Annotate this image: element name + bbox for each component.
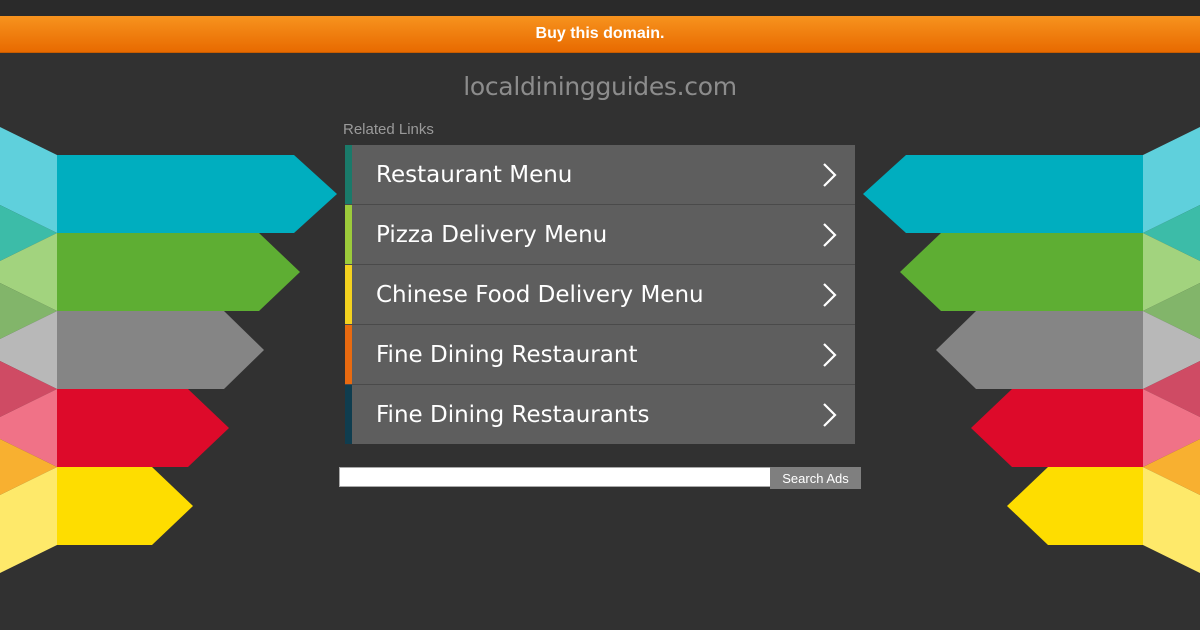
link-accent (345, 265, 352, 324)
chevron-right-icon[interactable] (819, 282, 841, 308)
related-link-label[interactable]: Restaurant Menu (376, 162, 572, 188)
chevron-right-icon[interactable] (819, 222, 841, 248)
related-link-chinese-food-delivery-menu[interactable]: Chinese Food Delivery Menu (345, 265, 855, 325)
left-red-arrow (57, 389, 229, 467)
related-link-fine-dining-restaurant[interactable]: Fine Dining Restaurant (345, 325, 855, 385)
related-link-restaurant-menu[interactable]: Restaurant Menu (345, 145, 855, 205)
link-accent (345, 385, 352, 444)
right-decoration (863, 127, 1200, 573)
link-accent (345, 145, 352, 204)
related-link-label[interactable]: Pizza Delivery Menu (376, 222, 607, 248)
link-accent (345, 325, 352, 384)
left-decoration (0, 127, 337, 573)
right-gray-arrow (936, 311, 1143, 389)
search-form: Search Ads (339, 467, 861, 489)
chevron-right-icon[interactable] (819, 402, 841, 428)
right-yellow-arrow (1007, 467, 1143, 545)
related-link-pizza-delivery-menu[interactable]: Pizza Delivery Menu (345, 205, 855, 265)
search-input[interactable] (339, 467, 770, 487)
related-links-heading: Related Links (343, 121, 434, 138)
related-link-label[interactable]: Chinese Food Delivery Menu (376, 282, 704, 308)
left-green-arrow (57, 233, 300, 311)
right-red-arrow (971, 389, 1143, 467)
related-link-fine-dining-restaurants[interactable]: Fine Dining Restaurants (345, 385, 855, 444)
buy-domain-label[interactable]: Buy this domain. (536, 25, 665, 43)
search-ads-button[interactable]: Search Ads (770, 467, 861, 489)
chevron-right-icon[interactable] (819, 162, 841, 188)
left-yellow-arrow (57, 467, 193, 545)
right-green-arrow (900, 233, 1143, 311)
left-teal-arrow (57, 155, 337, 233)
right-teal-arrow (863, 155, 1143, 233)
related-link-label[interactable]: Fine Dining Restaurants (376, 402, 649, 428)
chevron-right-icon[interactable] (819, 342, 841, 368)
link-accent (345, 205, 352, 264)
related-link-label[interactable]: Fine Dining Restaurant (376, 342, 637, 368)
related-links-list: Restaurant Menu Pizza Delivery Menu Chin… (345, 145, 855, 444)
left-gray-arrow (57, 311, 264, 389)
